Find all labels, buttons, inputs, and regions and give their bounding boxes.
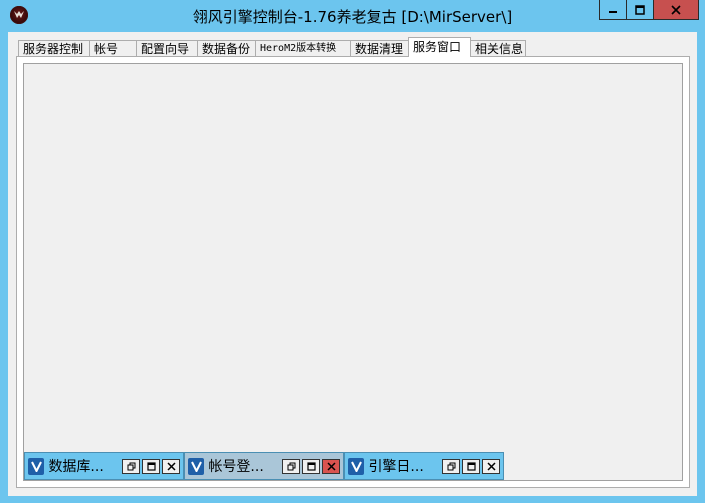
maximize-icon	[306, 461, 316, 471]
tab-panel-service-window: 数据库... 帐号登... 引擎日...	[16, 56, 690, 488]
main-frame: 服务器控制 帐号 配置向导 数据备份 HeroM2版本转换 数据清理 服务窗口 …	[8, 32, 697, 496]
close-icon	[486, 461, 496, 471]
minimized-window-account-login[interactable]: 帐号登...	[184, 452, 344, 480]
restore-button[interactable]	[282, 458, 300, 474]
title-bar[interactable]: 翎风引擎控制台-1.76养老复古 [D:\MirServer\]	[0, 0, 705, 32]
v-app-icon	[188, 457, 205, 475]
maximize-button[interactable]	[626, 0, 654, 20]
maximize-icon	[635, 4, 645, 15]
tab-service-window[interactable]: 服务窗口	[408, 37, 471, 57]
restore-icon	[447, 462, 455, 470]
maximize-button[interactable]	[302, 458, 320, 474]
tab-server-control[interactable]: 服务器控制	[18, 40, 90, 57]
minimized-windows-bar: 数据库... 帐号登... 引擎日...	[24, 452, 504, 480]
tab-account[interactable]: 帐号	[89, 40, 137, 57]
maximize-button[interactable]	[462, 458, 480, 474]
tab-related-info[interactable]: 相关信息	[470, 40, 526, 57]
mdi-client-area[interactable]: 数据库... 帐号登... 引擎日...	[23, 63, 683, 481]
maximize-icon	[146, 461, 156, 471]
minimized-window-engine-log[interactable]: 引擎日...	[344, 452, 504, 480]
minimized-window-database[interactable]: 数据库...	[24, 452, 184, 480]
close-button[interactable]	[653, 0, 699, 20]
close-button[interactable]	[482, 458, 500, 474]
maximize-button[interactable]	[142, 458, 160, 474]
minimize-button[interactable]	[599, 0, 627, 20]
v-app-icon	[348, 457, 365, 475]
window-controls	[599, 0, 699, 21]
minimized-window-title: 引擎日...	[368, 459, 424, 475]
tab-data-cleanup[interactable]: 数据清理	[350, 40, 409, 57]
tab-strip: 服务器控制 帐号 配置向导 数据备份 HeroM2版本转换 数据清理 服务窗口 …	[18, 37, 526, 57]
restore-icon	[287, 462, 295, 470]
restore-button[interactable]	[442, 458, 460, 474]
v-app-icon	[28, 457, 45, 475]
tab-herom2-convert[interactable]: HeroM2版本转换	[255, 40, 351, 57]
minimize-icon	[609, 10, 617, 13]
minimized-window-title: 帐号登...	[208, 459, 264, 475]
close-icon	[166, 461, 176, 471]
close-button[interactable]	[162, 458, 180, 474]
maximize-icon	[466, 461, 476, 471]
restore-icon	[127, 462, 135, 470]
tab-data-backup[interactable]: 数据备份	[197, 40, 256, 57]
restore-button[interactable]	[122, 458, 140, 474]
close-icon	[671, 4, 681, 15]
close-icon	[326, 461, 336, 471]
minimized-window-title: 数据库...	[48, 459, 104, 475]
tab-config-wizard[interactable]: 配置向导	[136, 40, 198, 57]
close-button[interactable]	[322, 458, 340, 474]
